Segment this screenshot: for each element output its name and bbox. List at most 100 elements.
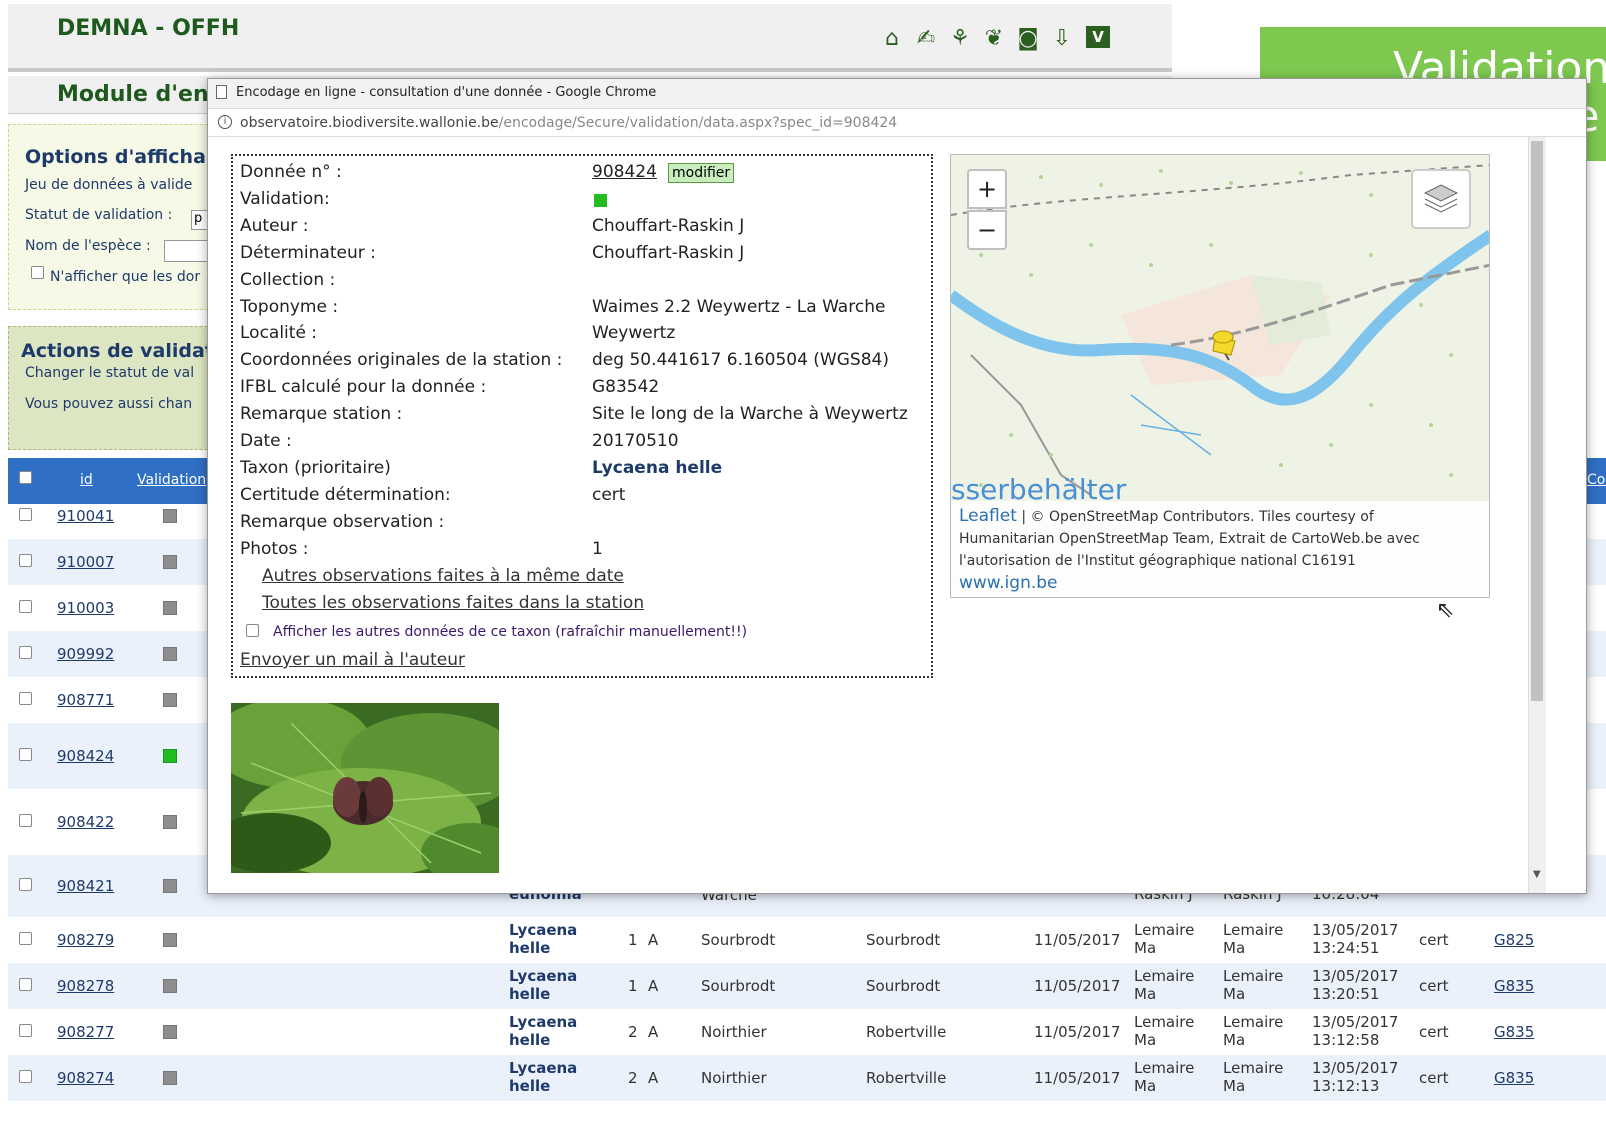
- row-author: Ma: [1134, 985, 1157, 1003]
- column-validation[interactable]: Validation: [137, 472, 206, 488]
- row-toponym: Sourbrodt: [701, 931, 776, 949]
- row-author: Ma: [1134, 1077, 1157, 1095]
- modifier-button[interactable]: modifier: [668, 163, 735, 183]
- row-abundance: A: [648, 931, 659, 949]
- show-taxon-label: Afficher les autres données de ce taxon …: [273, 624, 748, 640]
- camera-icon[interactable]: ◙: [1016, 26, 1040, 51]
- row-ifbl-link[interactable]: G825: [1494, 931, 1534, 949]
- zoom-out-button[interactable]: −: [967, 210, 1007, 250]
- select-all-checkbox[interactable]: [19, 471, 32, 484]
- url-text[interactable]: observatoire.biodiversite.wallonie.be/en…: [240, 115, 897, 131]
- field-label: Toponyme :: [240, 297, 339, 317]
- row-taxon: Lycaena: [509, 1013, 578, 1031]
- show-taxon-checkbox[interactable]: [246, 624, 259, 637]
- table-row[interactable]: 908277 Lycaena helle 2 A Noirthier Robertville…: [8, 1009, 1606, 1055]
- row-locality: Robertville: [866, 1069, 947, 1087]
- mail-author-link[interactable]: Envoyer un mail à l'auteur: [240, 650, 465, 670]
- row-timestamp: 13/05/2017: [1312, 1059, 1399, 1077]
- download-icon[interactable]: ⇩: [1050, 26, 1074, 51]
- field-label: Certitude détermination:: [240, 485, 451, 505]
- row-timestamp: 13:12:58: [1312, 1031, 1380, 1049]
- row-id-link[interactable]: 909992: [57, 645, 114, 663]
- row-checkbox[interactable]: [19, 508, 32, 521]
- row-certainty: cert: [1419, 977, 1449, 995]
- zoom-in-button[interactable]: +: [967, 169, 1007, 209]
- row-author: Ma: [1134, 939, 1157, 957]
- field-value: Site le long de la Warche à Weywertz: [592, 404, 908, 424]
- row-author: Lemaire: [1134, 921, 1195, 939]
- row-determiner: Ma: [1223, 1077, 1246, 1095]
- plant-icon[interactable]: ⚘: [948, 26, 972, 51]
- row-checkbox[interactable]: [19, 600, 32, 613]
- field-value: 1: [592, 539, 603, 559]
- table-row[interactable]: 908278 Lycaena helle 1 A Sourbrodt Sourbrodt 11…: [8, 963, 1606, 1009]
- column-coll[interactable]: Coll: [1587, 472, 1606, 488]
- row-id-link[interactable]: 910003: [57, 599, 114, 617]
- row-locality: Robertville: [866, 1023, 947, 1041]
- observation-photo[interactable]: [231, 703, 499, 873]
- row-checkbox[interactable]: [19, 748, 32, 761]
- row-id-link[interactable]: 908422: [57, 813, 114, 831]
- info-icon[interactable]: i: [218, 115, 232, 129]
- row-checkbox[interactable]: [19, 814, 32, 827]
- row-validation-status: [163, 749, 177, 763]
- validation-icon[interactable]: V: [1086, 26, 1110, 48]
- table-row[interactable]: 908274 Lycaena helle 2 A Noirthier Robertville…: [8, 1055, 1606, 1101]
- row-checkbox[interactable]: [19, 692, 32, 705]
- home-icon[interactable]: ⌂: [880, 26, 904, 51]
- status-label: Statut de validation :: [25, 207, 173, 223]
- location-map[interactable]: + − sserbehälter Leaflet | © OpenStreetM…: [950, 154, 1490, 598]
- row-determiner: Lemaire: [1223, 921, 1284, 939]
- popup-title: Encodage en ligne - consultation d'une d…: [236, 85, 657, 100]
- row-id-link[interactable]: 908278: [57, 977, 114, 995]
- row-id-link[interactable]: 908279: [57, 931, 114, 949]
- field-value: Waimes 2.2 Weywertz - La Warche: [592, 297, 886, 317]
- leaflet-link[interactable]: Leaflet: [959, 506, 1017, 526]
- scroll-down-icon[interactable]: ▼: [1533, 869, 1541, 880]
- table-row[interactable]: 908279 Lycaena helle 1 A Sourbrodt Sourbrodt 11…: [8, 917, 1606, 963]
- row-locality: Sourbrodt: [866, 977, 941, 995]
- only-mine-checkbox[interactable]: [31, 266, 44, 279]
- popup-window: Encodage en ligne - consultation d'une d…: [207, 78, 1587, 894]
- row-id-link[interactable]: 908771: [57, 691, 114, 709]
- row-toponym: Sourbrodt: [701, 977, 776, 995]
- scrollbar-thumb[interactable]: [1531, 141, 1543, 701]
- row-checkbox[interactable]: [19, 932, 32, 945]
- row-checkbox[interactable]: [19, 1024, 32, 1037]
- row-checkbox[interactable]: [19, 978, 32, 991]
- butterfly-icon[interactable]: ❦: [982, 26, 1006, 51]
- row-validation-status: [163, 601, 177, 615]
- row-id-link[interactable]: 908424: [57, 747, 114, 765]
- row-timestamp: 13:20:51: [1312, 985, 1380, 1003]
- attribution-line-3: l'autorisation de l'Institut géographiqu…: [959, 553, 1356, 569]
- row-id-link[interactable]: 908421: [57, 877, 114, 895]
- same-date-link[interactable]: Autres observations faites à la même dat…: [262, 566, 624, 586]
- row-validation-status: [163, 509, 177, 523]
- row-checkbox[interactable]: [19, 554, 32, 567]
- row-checkbox[interactable]: [19, 1070, 32, 1083]
- row-ifbl-link[interactable]: G835: [1494, 1069, 1534, 1087]
- column-id[interactable]: id: [80, 472, 93, 488]
- record-details: Donnée n° : 908424 modifier Validation: Aute…: [231, 154, 933, 678]
- row-determiner: Ma: [1223, 985, 1246, 1003]
- row-id-link[interactable]: 910007: [57, 553, 114, 571]
- row-id-link[interactable]: 908277: [57, 1023, 114, 1041]
- row-validation-status: [163, 693, 177, 707]
- row-ifbl-link[interactable]: G835: [1494, 977, 1534, 995]
- field-value: Weywertz: [592, 323, 676, 343]
- row-certainty: cert: [1419, 931, 1449, 949]
- field-label: Taxon (prioritaire): [240, 458, 391, 478]
- field-label: Auteur :: [240, 216, 309, 236]
- field-value[interactable]: 908424: [592, 162, 657, 182]
- row-id-link[interactable]: 908274: [57, 1069, 114, 1087]
- row-checkbox[interactable]: [19, 646, 32, 659]
- row-ifbl-link[interactable]: G835: [1494, 1023, 1534, 1041]
- pen-icon[interactable]: ✍: [914, 26, 938, 51]
- layers-button[interactable]: [1411, 169, 1471, 229]
- document-icon: [216, 85, 227, 99]
- row-checkbox[interactable]: [19, 878, 32, 891]
- row-id-link[interactable]: 910041: [57, 507, 114, 525]
- row-taxon: Lycaena: [509, 1059, 578, 1077]
- ign-link[interactable]: www.ign.be: [959, 572, 1483, 594]
- station-link[interactable]: Toutes les observations faites dans la s…: [262, 593, 644, 613]
